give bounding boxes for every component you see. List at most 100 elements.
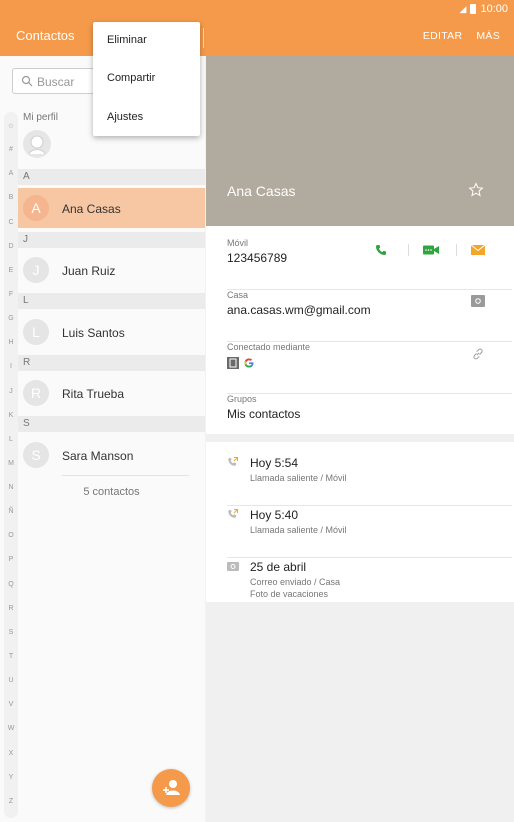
contact-name: Luis Santos	[62, 326, 125, 340]
groups-value: Mis contactos	[227, 407, 301, 421]
groups-label: Grupos	[227, 394, 257, 404]
app-actions: EDITAR MÁS	[423, 30, 500, 42]
index-letter[interactable]: K	[4, 412, 18, 419]
contact-row-rita-trueba[interactable]: R Rita Trueba	[18, 373, 205, 413]
list-divider	[62, 475, 189, 476]
call-video-separator	[408, 244, 409, 256]
index-letter[interactable]: X	[4, 750, 18, 757]
index-letter[interactable]: C	[4, 219, 18, 226]
device-icon	[227, 357, 239, 369]
contact-hero: Ana Casas	[206, 56, 514, 226]
mail-icon[interactable]	[471, 245, 485, 255]
profile-label: Mi perfil	[23, 112, 59, 123]
connected-label: Conectado mediante	[227, 342, 311, 352]
index-letter[interactable]: O	[4, 532, 18, 539]
status-time: 10:00	[480, 3, 508, 15]
home-email-field[interactable]: Casa ana.casas.wm@gmail.com	[227, 290, 512, 342]
index-letter[interactable]: F	[4, 291, 18, 298]
contact-row-luis-santos[interactable]: L Luis Santos	[18, 312, 205, 352]
menu-item-eliminar[interactable]: Eliminar	[107, 34, 147, 46]
battery-icon	[470, 4, 477, 14]
edit-button[interactable]: EDITAR	[423, 30, 463, 42]
contact-avatar: R	[23, 380, 49, 406]
outgoing-call-icon	[228, 509, 238, 518]
contact-name: Rita Trueba	[62, 387, 125, 401]
add-contact-button[interactable]	[152, 769, 190, 807]
index-letter[interactable]: ☆	[4, 122, 18, 130]
email-at-icon[interactable]	[471, 295, 485, 307]
index-letter[interactable]: R	[4, 605, 18, 612]
index-letter[interactable]: B	[4, 194, 18, 201]
index-letter[interactable]: Q	[4, 581, 18, 588]
contact-avatar: J	[23, 257, 49, 283]
history-item[interactable]: Hoy 5:40 Llamada saliente / Móvil	[227, 506, 512, 558]
index-letter[interactable]: T	[4, 653, 18, 660]
groups-field[interactable]: Grupos Mis contactos	[227, 394, 491, 434]
contact-avatar: L	[23, 319, 49, 345]
mobile-field[interactable]: Móvil 123456789	[227, 238, 512, 290]
contact-row-juan-ruiz[interactable]: J Juan Ruiz	[18, 250, 205, 290]
history-item[interactable]: Hoy 5:54 Llamada saliente / Móvil	[227, 454, 512, 506]
section-header-r: R	[18, 355, 205, 371]
video-call-icon[interactable]	[423, 244, 439, 256]
contact-row-ana-casas[interactable]: A Ana Casas	[18, 188, 205, 228]
call-icon[interactable]	[375, 244, 387, 256]
history-subtitle: Llamada saliente / Móvil	[250, 525, 347, 535]
contact-avatar: S	[23, 442, 49, 468]
search-placeholder: Buscar	[37, 75, 75, 89]
history-card: Hoy 5:54 Llamada saliente / Móvil Hoy 5:…	[206, 442, 514, 602]
more-button[interactable]: MÁS	[476, 30, 500, 42]
contacts-count: 5 contactos	[83, 486, 140, 498]
connected-field[interactable]: Conectado mediante	[227, 342, 512, 394]
section-header-j: J	[18, 232, 205, 248]
index-letter[interactable]: Y	[4, 774, 18, 781]
alphabet-index[interactable]: ☆ # A B C D E F G H I J K L M N Ñ O P Q R S T U V W X Y Z	[4, 112, 18, 818]
index-letter[interactable]: #	[4, 146, 18, 153]
contact-name: Sara Manson	[62, 449, 134, 463]
overflow-menu: Eliminar Compartir Ajustes	[93, 22, 200, 136]
mobile-value: 123456789	[227, 251, 288, 265]
google-icon	[244, 358, 254, 368]
history-item[interactable]: 25 de abril Correo enviado / Casa Foto d…	[227, 558, 512, 604]
index-letter[interactable]: L	[4, 436, 18, 443]
index-letter[interactable]: W	[4, 725, 18, 732]
menu-item-ajustes[interactable]: Ajustes	[107, 111, 143, 123]
link-icon[interactable]	[471, 347, 485, 361]
contact-row-sara-manson[interactable]: S Sara Manson	[18, 435, 205, 475]
profile-avatar[interactable]	[23, 130, 51, 158]
contacts-list-panel: Buscar ☆ # A B C D E F G H I J K L M N Ñ O P Q R S T U V W X Y Z Mi …	[0, 56, 205, 822]
search-icon	[21, 75, 33, 87]
index-letter[interactable]: I	[4, 363, 18, 370]
index-letter[interactable]: S	[4, 629, 18, 636]
contact-detail-panel: Ana Casas Móvil 123456789 Casa ana.casas…	[206, 56, 514, 822]
index-letter[interactable]: U	[4, 677, 18, 684]
history-subtitle: Llamada saliente / Móvil	[250, 473, 347, 483]
add-contact-icon	[163, 780, 180, 795]
index-letter[interactable]: D	[4, 243, 18, 250]
index-letter[interactable]: G	[4, 315, 18, 322]
index-letter[interactable]: P	[4, 556, 18, 563]
home-email-value: ana.casas.wm@gmail.com	[227, 303, 371, 317]
index-letter[interactable]: Z	[4, 798, 18, 805]
index-letter[interactable]: H	[4, 339, 18, 346]
index-letter[interactable]: N	[4, 484, 18, 491]
index-letter[interactable]: E	[4, 267, 18, 274]
outgoing-call-icon	[228, 457, 238, 466]
section-header-l: L	[18, 293, 205, 309]
history-note: Foto de vacaciones	[250, 589, 329, 599]
index-letter[interactable]: A	[4, 170, 18, 177]
favorite-star-icon[interactable]	[468, 182, 484, 198]
contact-name: Ana Casas	[62, 202, 121, 216]
index-letter[interactable]: J	[4, 388, 18, 395]
index-letter[interactable]: Ñ	[4, 508, 18, 515]
video-mail-separator	[456, 244, 457, 256]
menu-item-compartir[interactable]: Compartir	[107, 72, 155, 84]
mobile-label: Móvil	[227, 238, 249, 248]
index-letter[interactable]: V	[4, 701, 18, 708]
history-title: Hoy 5:40	[250, 508, 299, 522]
status-bar: ◢ 10:00	[0, 0, 514, 20]
app-bar: Contactos EDITAR MÁS	[0, 20, 514, 56]
history-subtitle: Correo enviado / Casa	[250, 577, 341, 587]
index-letter[interactable]: M	[4, 460, 18, 467]
contact-avatar: A	[23, 195, 49, 221]
